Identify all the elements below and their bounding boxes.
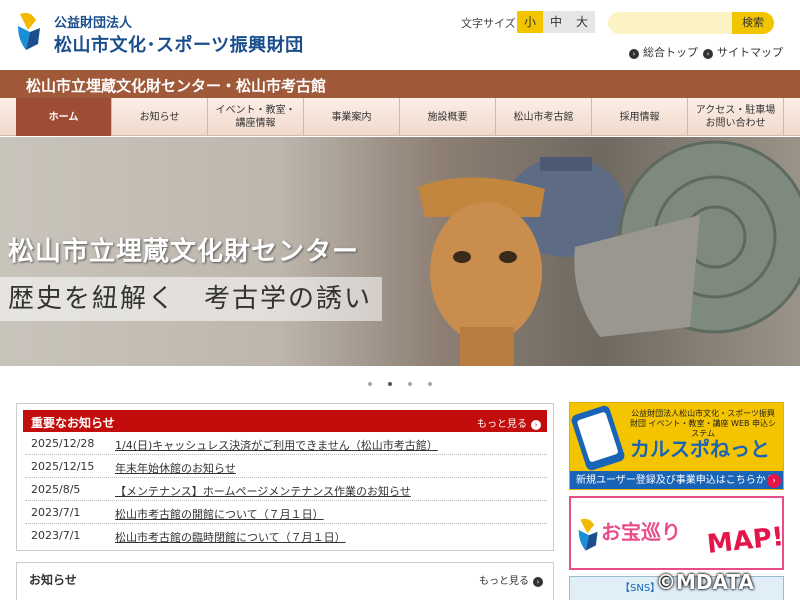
news-date: 2025/8/5 [31, 483, 81, 496]
slide-dot-active[interactable] [388, 382, 392, 386]
global-nav: ホーム お知らせ イベント・教室・講座情報 事業案内 施設概要 松山市考古館 採… [0, 98, 800, 136]
chevron-right-icon: › [533, 577, 543, 587]
notices-title: お知らせ [29, 573, 77, 587]
notices-more-label: もっと見る [479, 576, 529, 587]
treasure-map-banner[interactable]: お宝巡り MAP! [569, 496, 786, 570]
search-button[interactable]: 検索 [732, 12, 774, 34]
org-type-label: 公益財団法人 [54, 16, 133, 31]
top-link-sitemap[interactable]: › サイトマップ [703, 44, 783, 60]
nav-item-access[interactable]: アクセス・駐車場 お問い合わせ [688, 98, 784, 136]
hero-slideshow[interactable]: 松山市立埋蔵文化財センター 歴史を紐解く 考古学の誘い [0, 137, 800, 366]
news-date: 2023/7/1 [31, 506, 81, 519]
karusupo-footer-label: 新規ユーザー登録及び事業申込はこちらから [576, 475, 776, 486]
news-row: 2025/8/5 【メンテナンス】ホームページメンテナンス作業のお知らせ [25, 479, 547, 501]
important-news-header: 重要なお知らせ もっと見る › [23, 410, 547, 432]
slide-dot[interactable] [368, 382, 372, 386]
top-link-home[interactable]: › 総合トップ [629, 44, 698, 60]
news-row: 2023/7/1 松山市考古館の臨時閉館について（７月１日） [25, 525, 547, 547]
notices-panel: お知らせ もっと見る › [16, 562, 554, 600]
nav-item-business[interactable]: 事業案内 [304, 98, 400, 136]
news-date: 2025/12/28 [31, 437, 95, 450]
important-news-panel: 重要なお知らせ もっと見る › 2025/12/28 1/4(日)キャッシュレス決… [16, 403, 554, 551]
news-link[interactable]: 松山市考古館の開館について（７月１日） [115, 506, 324, 522]
treasure-label: お宝巡り [601, 520, 681, 544]
nav-item-facility[interactable]: 施設概要 [400, 98, 496, 136]
chevron-right-icon: › [703, 49, 713, 59]
slide-dot[interactable] [408, 382, 412, 386]
karusupo-title: カルスポねっと [630, 437, 770, 461]
karusupo-footer: 新規ユーザー登録及び事業申込はこちらから › [570, 471, 783, 489]
news-link[interactable]: 松山市考古館の臨時閉館について（７月１日） [115, 529, 346, 545]
nav-item-museum[interactable]: 松山市考古館 [496, 98, 592, 136]
chevron-right-icon: › [531, 420, 541, 430]
slide-dot[interactable] [428, 382, 432, 386]
character-icon [578, 518, 598, 551]
copyright-watermark: ©MDATA [656, 570, 754, 594]
hero-title: 松山市立埋蔵文化財センター [8, 237, 360, 267]
news-date: 2023/7/1 [31, 529, 81, 542]
slide-indicator [0, 376, 800, 386]
important-more-label: もっと見る [477, 419, 527, 430]
chevron-right-icon: › [629, 49, 639, 59]
map-label: MAP! [705, 522, 786, 560]
news-date: 2025/12/15 [31, 460, 95, 473]
hero-subtitle: 歴史を紐解く 考古学の誘い [0, 277, 383, 321]
nav-item-events[interactable]: イベント・教室・講座情報 [208, 98, 304, 136]
org-name[interactable]: 松山市文化･スポーツ振興財団 [54, 31, 304, 57]
news-link[interactable]: 1/4(日)キャッシュレス決済がご利用できません（松山市考古館） [115, 437, 438, 453]
foundation-logo-icon[interactable] [16, 10, 44, 56]
site-header: 公益財団法人 松山市文化･スポーツ振興財団 文字サイズ 小 中 大 検索 › 総合… [0, 0, 800, 70]
sns-label: 【SNS】 [620, 583, 661, 594]
important-more-link[interactable]: もっと見る › [477, 415, 541, 430]
important-news-title: 重要なお知らせ [31, 416, 115, 430]
nav-item-home[interactable]: ホーム [16, 98, 112, 136]
top-link-sitemap-label: サイトマップ [717, 46, 783, 59]
font-size-small-button[interactable]: 小 [517, 11, 543, 33]
search-input[interactable] [608, 12, 734, 34]
font-size-large-button[interactable]: 大 [569, 11, 595, 33]
news-link[interactable]: 【メンテナンス】ホームページメンテナンス作業のお知らせ [115, 483, 411, 499]
nav-item-recruit[interactable]: 採用情報 [592, 98, 688, 136]
news-row: 2025/12/15 年末年始休館のお知らせ [25, 456, 547, 478]
news-row: 2025/12/28 1/4(日)キャッシュレス決済がご利用できません（松山市考… [25, 433, 547, 455]
notices-more-link[interactable]: もっと見る › [479, 572, 543, 587]
chevron-right-icon: › [767, 474, 781, 488]
font-size-label: 文字サイズ [461, 17, 516, 30]
site-title-band: 松山市立埋蔵文化財センター・松山市考古館 [0, 70, 800, 98]
news-link[interactable]: 年末年始休館のお知らせ [115, 460, 236, 476]
site-title[interactable]: 松山市立埋蔵文化財センター・松山市考古館 [26, 75, 326, 96]
top-link-home-label: 総合トップ [643, 46, 698, 59]
font-size-medium-button[interactable]: 中 [543, 11, 569, 33]
nav-item-news[interactable]: お知らせ [112, 98, 208, 136]
karusupo-banner[interactable]: 公益財団法人松山市文化・スポーツ振興財団 イベント・教室・講座 WEB 申込シス… [569, 402, 784, 490]
news-row: 2023/7/1 松山市考古館の開館について（７月１日） [25, 502, 547, 524]
smartphone-icon [570, 404, 626, 472]
